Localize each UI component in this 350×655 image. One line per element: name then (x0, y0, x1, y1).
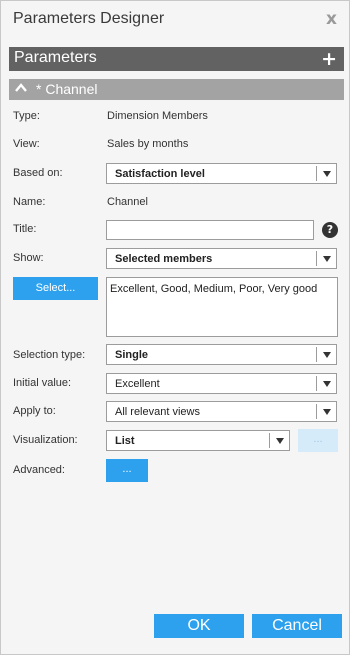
based-on-selected: Satisfaction level (115, 168, 205, 180)
dropdown-separator (316, 376, 317, 391)
visualization-dropdown[interactable]: List (106, 430, 290, 451)
advanced-label: Advanced: (13, 464, 65, 476)
name-label: Name: (13, 196, 46, 208)
channel-section-header[interactable]: * Channel (9, 79, 344, 100)
chevron-down-icon (323, 171, 331, 177)
dropdown-separator (316, 166, 317, 181)
view-value: Sales by months (107, 138, 189, 150)
name-value: Channel (107, 196, 148, 208)
dropdown-separator (316, 251, 317, 266)
selection-type-dropdown[interactable]: Single (106, 344, 337, 365)
add-parameter-icon[interactable]: + (321, 48, 337, 70)
apply-to-label: Apply to: (13, 405, 56, 417)
based-on-label: Based on: (13, 167, 63, 179)
initial-value-label: Initial value: (13, 377, 72, 389)
parameters-designer-dialog: Parameters Designer x Parameters + * Cha… (0, 0, 350, 655)
selected-members-list[interactable]: Excellent, Good, Medium, Poor, Very good (106, 277, 338, 337)
close-icon[interactable]: x (326, 9, 337, 29)
dropdown-separator (269, 433, 270, 448)
cancel-button[interactable]: Cancel (252, 614, 342, 638)
apply-to-selected: All relevant views (115, 406, 200, 418)
type-value: Dimension Members (107, 110, 208, 122)
chevron-up-icon (15, 83, 27, 92)
selection-type-label: Selection type: (13, 349, 86, 361)
help-icon[interactable]: ? (322, 222, 338, 238)
selection-type-selected: Single (115, 349, 149, 361)
ok-button[interactable]: OK (154, 614, 244, 638)
initial-value-selected: Excellent (115, 378, 160, 390)
dropdown-separator (316, 347, 317, 362)
parameters-header-label: Parameters (14, 49, 97, 66)
title-label: Title: (13, 223, 37, 235)
chevron-down-icon (276, 438, 284, 444)
initial-value-dropdown[interactable]: Excellent (106, 373, 337, 394)
based-on-dropdown[interactable]: Satisfaction level (106, 163, 337, 184)
show-selected: Selected members (115, 253, 213, 265)
dialog-title: Parameters Designer (13, 10, 165, 27)
view-label: View: (13, 138, 40, 150)
show-label: Show: (13, 252, 44, 264)
visualization-selected: List (115, 435, 135, 447)
select-members-button[interactable]: Select... (13, 277, 98, 300)
dialog-header: Parameters Designer x (1, 1, 349, 37)
parameters-header: Parameters + (9, 47, 344, 71)
chevron-down-icon (323, 381, 331, 387)
channel-section-label: * Channel (36, 81, 98, 97)
chevron-down-icon (323, 352, 331, 358)
visualization-options-button: ... (298, 429, 338, 452)
chevron-down-icon (323, 409, 331, 415)
type-label: Type: (13, 110, 40, 122)
title-input[interactable] (106, 220, 314, 240)
advanced-options-button[interactable]: ... (106, 459, 148, 482)
show-dropdown[interactable]: Selected members (106, 248, 337, 269)
apply-to-dropdown[interactable]: All relevant views (106, 401, 337, 422)
visualization-label: Visualization: (13, 434, 78, 446)
dropdown-separator (316, 404, 317, 419)
chevron-down-icon (323, 256, 331, 262)
